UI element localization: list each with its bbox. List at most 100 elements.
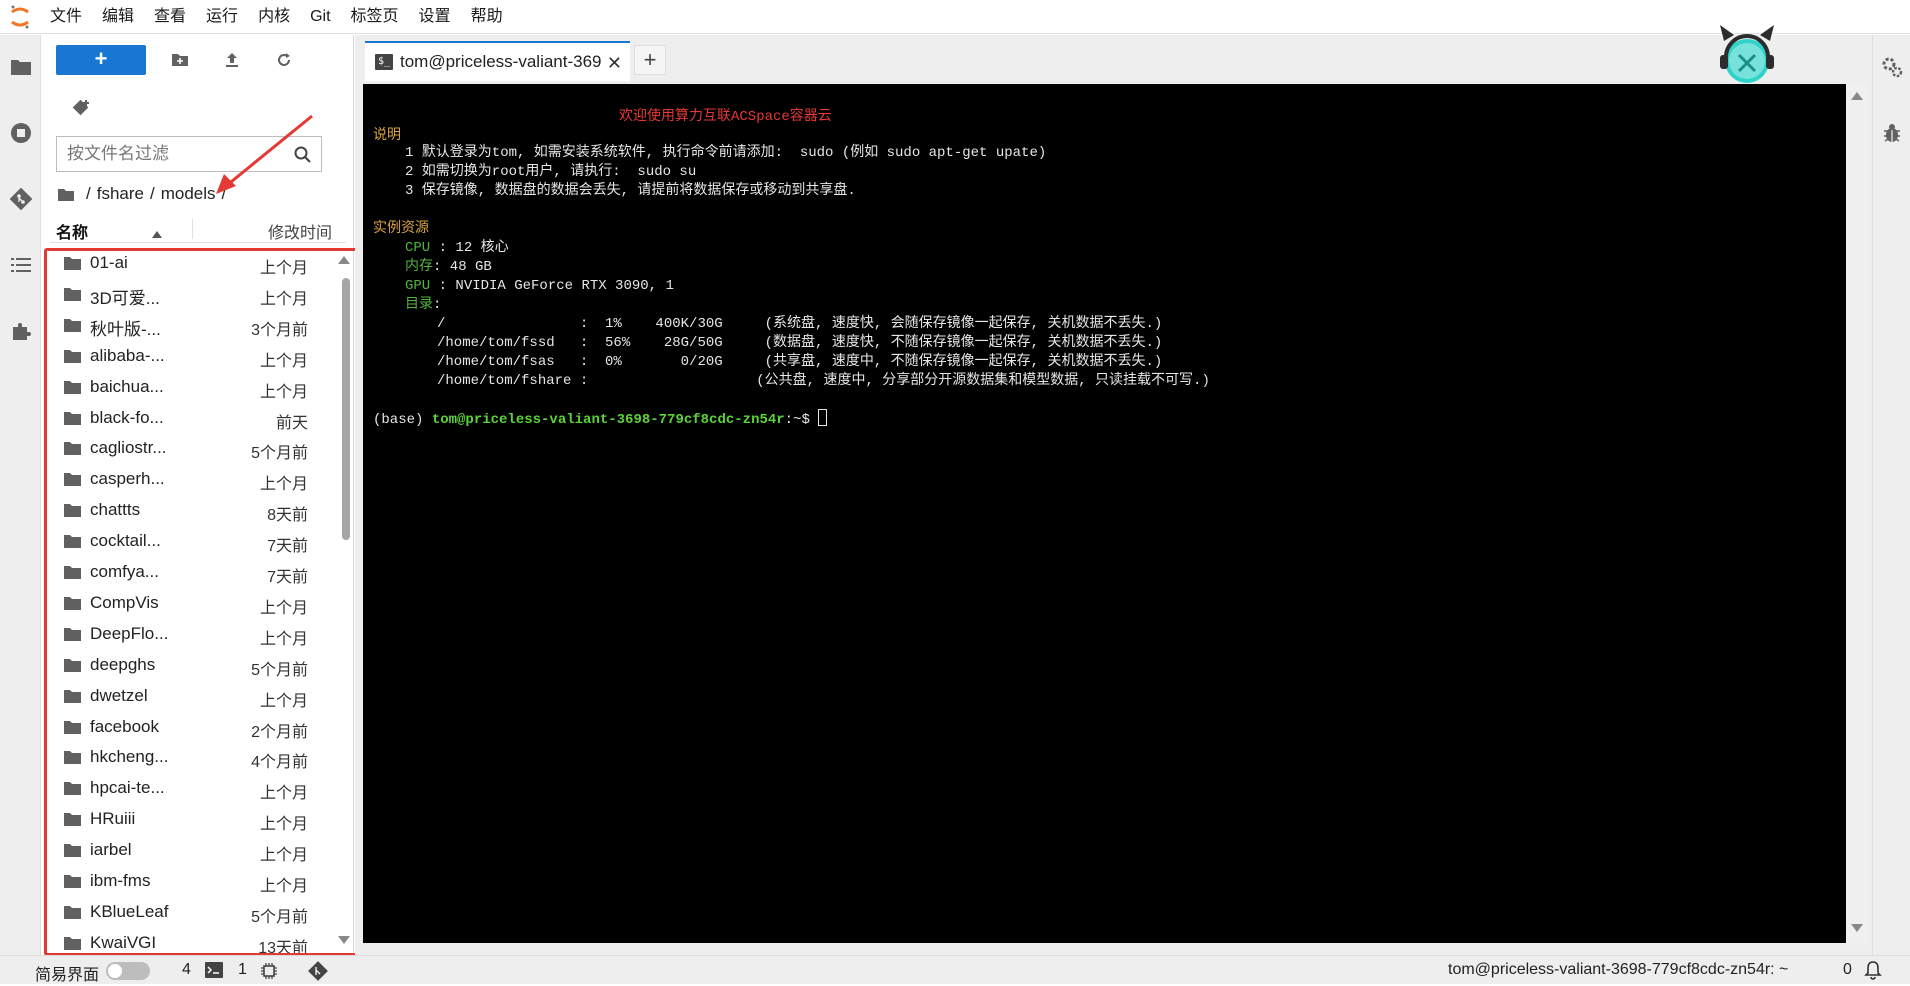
file-row[interactable]: HRuiii 上个月 [46, 804, 342, 835]
bell-icon[interactable] [1864, 960, 1882, 985]
file-name: facebook [90, 716, 159, 736]
file-name: KBlueLeaf [90, 901, 169, 921]
file-row[interactable]: iarbel 上个月 [46, 835, 342, 866]
file-row[interactable]: KBlueLeaf 5个月前 [46, 897, 342, 928]
new-folder-icon[interactable] [162, 45, 198, 75]
scroll-down-icon[interactable] [338, 936, 350, 944]
file-row[interactable]: cocktail... 7天前 [46, 526, 342, 557]
gpu-label: GPU [405, 278, 431, 294]
terminals-count[interactable]: 1 [238, 961, 247, 979]
file-modified: 5个月前 [251, 445, 308, 463]
file-row[interactable]: deepghs 5个月前 [46, 650, 342, 681]
scroll-up-icon[interactable] [1851, 92, 1863, 100]
git-icon[interactable] [0, 177, 41, 221]
running-kernels-icon[interactable] [0, 111, 41, 155]
folder-icon [64, 936, 81, 950]
file-name: KwaiVGI [90, 932, 157, 952]
menu-run[interactable]: 运行 [196, 0, 248, 34]
menu-view[interactable]: 查看 [144, 0, 196, 34]
file-row[interactable]: chattts 8天前 [46, 495, 342, 526]
menu-git[interactable]: Git [300, 0, 340, 34]
file-row[interactable]: hpcai-te... 上个月 [46, 773, 342, 804]
prompt-env: (base) [373, 412, 432, 428]
memory-chip-icon[interactable] [260, 962, 278, 985]
upload-icon[interactable] [214, 45, 250, 75]
left-activity-bar [0, 35, 41, 955]
extensions-puzzle-icon[interactable] [0, 309, 41, 353]
column-modified-header[interactable]: 修改时间 [268, 219, 332, 243]
file-list-scrollbar-thumb[interactable] [342, 278, 350, 540]
file-name: 3D可爱... [90, 288, 160, 308]
git-status-icon[interactable] [308, 961, 328, 986]
tab-terminal[interactable]: $_ tom@priceless-valiant-369 ✕ [365, 41, 630, 81]
terminal-dir-line: / : 1% 400K/30G (系统盘, 速度快, 会随保存镜像一起保存, 关… [437, 316, 1163, 332]
terminal-prompt: (base) tom@priceless-valiant-3698-779cf8… [373, 409, 828, 430]
file-modified: 上个月 [259, 816, 308, 834]
file-row[interactable]: hkcheng... 4个月前 [46, 742, 342, 773]
file-name: chattts [90, 500, 141, 520]
menu-help[interactable]: 帮助 [461, 0, 513, 34]
file-row[interactable]: ibm-fms 上个月 [46, 866, 342, 897]
scroll-down-icon[interactable] [1851, 924, 1863, 932]
file-row[interactable]: CompVis 上个月 [46, 588, 342, 619]
sort-ascending-icon[interactable] [152, 225, 162, 243]
file-row[interactable]: black-fo... 前天 [46, 403, 342, 434]
add-tab-button[interactable]: + [634, 45, 666, 75]
file-row[interactable]: facebook 2个月前 [46, 712, 342, 743]
file-modified: 上个月 [259, 599, 308, 617]
breadcrumb-fshare[interactable]: fshare [97, 184, 144, 204]
menu-kernel[interactable]: 内核 [248, 0, 300, 34]
file-row[interactable]: dwetzel 上个月 [46, 681, 342, 712]
file-name: comfya... [90, 562, 159, 581]
table-of-contents-icon[interactable] [0, 243, 41, 287]
file-row[interactable]: comfya... 7天前 [46, 557, 342, 588]
file-row[interactable]: cagliostr... 5个月前 [46, 433, 342, 464]
file-row[interactable]: baichua... 上个月 [46, 372, 342, 403]
property-inspector-gears-icon[interactable] [1873, 45, 1910, 89]
folder-icon [64, 782, 81, 796]
breadcrumb-home-folder-icon[interactable] [58, 188, 74, 201]
file-row[interactable]: 01-ai 上个月 [46, 248, 342, 279]
status-bar: 简易界面 4 1 tom@priceless-valiant-3698-779c… [0, 955, 1910, 984]
mem-label: 内存 [405, 259, 433, 275]
menu-tabs[interactable]: 标签页 [341, 0, 409, 34]
terminal-status-icon[interactable] [205, 962, 223, 983]
mascot-logo-icon [1720, 25, 1774, 83]
folder-icon [64, 257, 81, 270]
terminal-output[interactable]: 欢迎使用算力互联ACSpace容器云 说明 1 默认登录为tom, 如需安装系统… [363, 84, 1860, 943]
file-name: DeepFlo... [90, 623, 169, 643]
menu-file[interactable]: 文件 [40, 0, 92, 34]
file-row[interactable]: DeepFlo... 上个月 [46, 619, 342, 650]
scroll-up-icon[interactable] [338, 256, 350, 264]
debugger-bug-icon[interactable] [1873, 111, 1910, 155]
dir-colon: : [433, 297, 442, 313]
menu-bar: 文件 编辑 查看 运行 内核 Git 标签页 设置 帮助 [0, 0, 1910, 34]
file-list: 01-ai 上个月 3D可爱... 上个月 秋叶版-... 3个月前 alibaba-...… [46, 248, 342, 953]
new-launcher-button[interactable]: + [56, 45, 146, 75]
file-modified: 上个月 [259, 692, 308, 710]
folder-icon[interactable] [0, 45, 41, 89]
notifications-count[interactable]: 0 [1843, 961, 1852, 979]
simple-mode-toggle[interactable] [106, 962, 150, 980]
file-row[interactable]: 3D可爱... 上个月 [46, 279, 342, 310]
file-modified: 5个月前 [251, 661, 308, 679]
terminal-dir-heading: 目录: [405, 296, 441, 315]
menu-settings[interactable]: 设置 [409, 0, 461, 34]
terminal-note: 1 默认登录为tom, 如需安装系统软件, 执行命令前请添加: sudo (例如… [405, 145, 1047, 161]
breadcrumb-separator: / [86, 184, 91, 203]
refresh-icon[interactable] [266, 45, 302, 75]
terminal-cpu-line: CPU : 12 核心 [405, 239, 509, 258]
file-row[interactable]: casperh... 上个月 [46, 464, 342, 495]
terminal-scrollbar[interactable] [1846, 84, 1868, 943]
file-row[interactable]: 秋叶版-... 3个月前 [46, 310, 342, 341]
file-modified: 5个月前 [251, 908, 308, 926]
terminal-icon: $_ [375, 54, 393, 70]
close-icon[interactable]: ✕ [607, 53, 622, 74]
file-row[interactable]: KwaiVGI 13天前 [46, 928, 342, 953]
folder-icon [64, 844, 81, 858]
column-name-header[interactable]: 名称 [56, 219, 88, 243]
menu-edit[interactable]: 编辑 [92, 0, 144, 34]
git-clone-icon[interactable] [66, 93, 96, 123]
kernels-count[interactable]: 4 [182, 961, 191, 979]
file-row[interactable]: alibaba-... 上个月 [46, 341, 342, 372]
